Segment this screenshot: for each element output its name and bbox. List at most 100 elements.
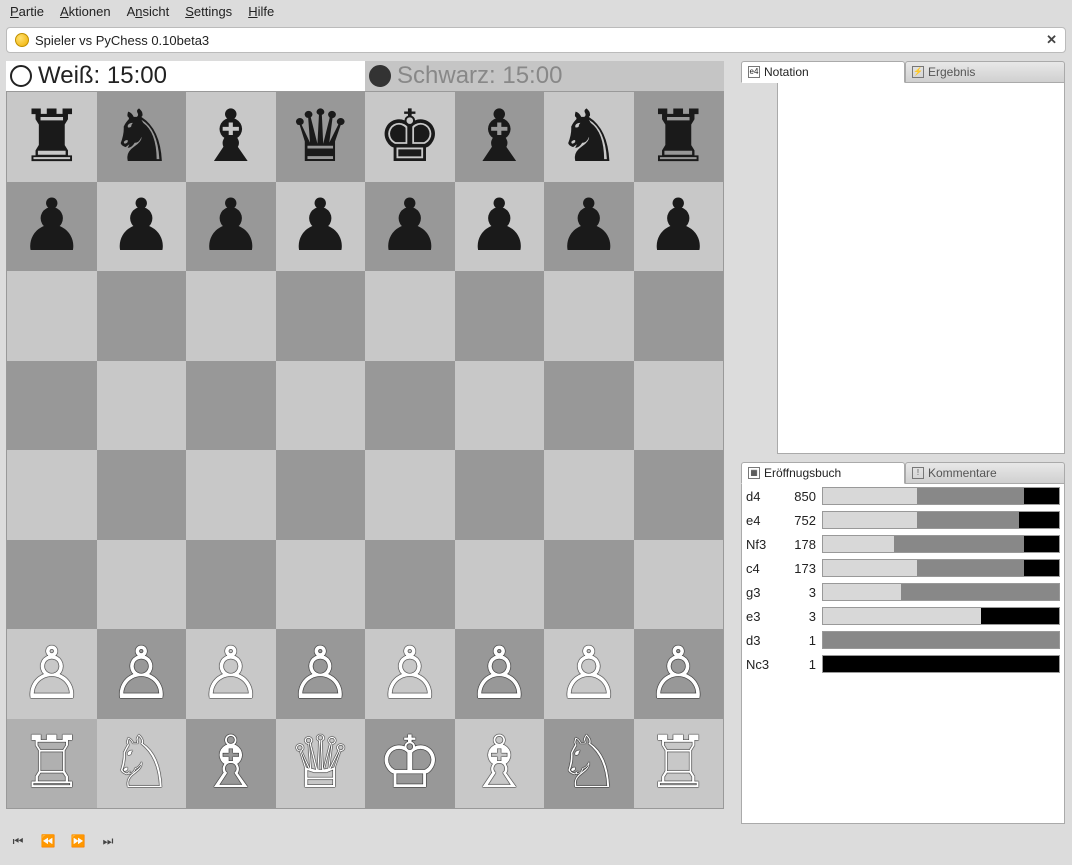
bp-piece[interactable]: ♟ (198, 190, 263, 262)
opening-row[interactable]: Nc31 (742, 652, 1064, 676)
square-h7[interactable]: ♟ (634, 182, 724, 272)
bp-piece[interactable]: ♟ (19, 190, 84, 262)
square-a8[interactable]: ♜ (7, 92, 97, 182)
wp-piece[interactable]: ♙ (467, 638, 532, 710)
square-d3[interactable] (276, 540, 366, 630)
square-e6[interactable] (365, 271, 455, 361)
menu-ansicht[interactable]: Ansicht (127, 4, 170, 19)
square-h8[interactable]: ♜ (634, 92, 724, 182)
bp-piece[interactable]: ♟ (109, 190, 174, 262)
wp-piece[interactable]: ♙ (646, 638, 711, 710)
square-g3[interactable] (544, 540, 634, 630)
square-a1[interactable]: ♖ (7, 719, 97, 809)
bp-piece[interactable]: ♟ (467, 190, 532, 262)
square-f5[interactable] (455, 361, 545, 451)
wp-piece[interactable]: ♙ (198, 638, 263, 710)
square-c5[interactable] (186, 361, 276, 451)
square-c3[interactable] (186, 540, 276, 630)
square-b7[interactable]: ♟ (97, 182, 187, 272)
square-h5[interactable] (634, 361, 724, 451)
menu-settings[interactable]: Settings (185, 4, 232, 19)
wq-piece[interactable]: ♕ (288, 727, 353, 799)
wp-piece[interactable]: ♙ (19, 638, 84, 710)
opening-row[interactable]: c4173 (742, 556, 1064, 580)
square-f2[interactable]: ♙ (455, 629, 545, 719)
square-g6[interactable] (544, 271, 634, 361)
square-d4[interactable] (276, 450, 366, 540)
square-h1[interactable]: ♖ (634, 719, 724, 809)
bb-piece[interactable]: ♝ (467, 101, 532, 173)
square-b1[interactable]: ♘ (97, 719, 187, 809)
wp-piece[interactable]: ♙ (288, 638, 353, 710)
square-a7[interactable]: ♟ (7, 182, 97, 272)
tab-notation[interactable]: e4 Notation (741, 61, 905, 83)
br-piece[interactable]: ♜ (19, 101, 84, 173)
nav-first[interactable]: ⏮ (8, 832, 28, 850)
bk-piece[interactable]: ♚ (377, 101, 442, 173)
nav-prev[interactable]: ⏪ (38, 832, 58, 850)
square-b5[interactable] (97, 361, 187, 451)
bn-piece[interactable]: ♞ (556, 101, 621, 173)
opening-row[interactable]: e33 (742, 604, 1064, 628)
wn-piece[interactable]: ♘ (109, 727, 174, 799)
wk-piece[interactable]: ♔ (377, 727, 442, 799)
square-g2[interactable]: ♙ (544, 629, 634, 719)
square-a2[interactable]: ♙ (7, 629, 97, 719)
square-d2[interactable]: ♙ (276, 629, 366, 719)
square-f4[interactable] (455, 450, 545, 540)
square-d8[interactable]: ♛ (276, 92, 366, 182)
opening-row[interactable]: Nf3178 (742, 532, 1064, 556)
wp-piece[interactable]: ♙ (377, 638, 442, 710)
wb-piece[interactable]: ♗ (198, 727, 263, 799)
nav-last[interactable]: ⏭ (98, 832, 118, 850)
square-b6[interactable] (97, 271, 187, 361)
square-b8[interactable]: ♞ (97, 92, 187, 182)
square-g1[interactable]: ♘ (544, 719, 634, 809)
square-h4[interactable] (634, 450, 724, 540)
bp-piece[interactable]: ♟ (288, 190, 353, 262)
square-e4[interactable] (365, 450, 455, 540)
square-a3[interactable] (7, 540, 97, 630)
opening-row[interactable]: g33 (742, 580, 1064, 604)
square-g8[interactable]: ♞ (544, 92, 634, 182)
square-c6[interactable] (186, 271, 276, 361)
square-c7[interactable]: ♟ (186, 182, 276, 272)
tab-opening-book[interactable]: ▦ Eröffnugsbuch (741, 462, 905, 484)
menu-partie[interactable]: Partie (10, 4, 44, 19)
wb-piece[interactable]: ♗ (467, 727, 532, 799)
square-h3[interactable] (634, 540, 724, 630)
square-f6[interactable] (455, 271, 545, 361)
wp-piece[interactable]: ♙ (556, 638, 621, 710)
square-c8[interactable]: ♝ (186, 92, 276, 182)
square-a6[interactable] (7, 271, 97, 361)
square-c4[interactable] (186, 450, 276, 540)
square-g7[interactable]: ♟ (544, 182, 634, 272)
opening-row[interactable]: e4752 (742, 508, 1064, 532)
opening-row[interactable]: d31 (742, 628, 1064, 652)
bp-piece[interactable]: ♟ (377, 190, 442, 262)
menu-hilfe[interactable]: Hilfe (248, 4, 274, 19)
square-f7[interactable]: ♟ (455, 182, 545, 272)
square-e8[interactable]: ♚ (365, 92, 455, 182)
tab-comments[interactable]: ! Kommentare (905, 462, 1065, 484)
square-b2[interactable]: ♙ (97, 629, 187, 719)
square-e1[interactable]: ♔ (365, 719, 455, 809)
square-f1[interactable]: ♗ (455, 719, 545, 809)
bq-piece[interactable]: ♛ (288, 101, 353, 173)
wn-piece[interactable]: ♘ (556, 727, 621, 799)
square-a4[interactable] (7, 450, 97, 540)
square-b3[interactable] (97, 540, 187, 630)
bp-piece[interactable]: ♟ (646, 190, 711, 262)
chess-board[interactable]: ♜♞♝♛♚♝♞♜♟♟♟♟♟♟♟♟♙♙♙♙♙♙♙♙♖♘♗♕♔♗♘♖ (6, 91, 724, 809)
square-h6[interactable] (634, 271, 724, 361)
square-f8[interactable]: ♝ (455, 92, 545, 182)
square-f3[interactable] (455, 540, 545, 630)
square-e5[interactable] (365, 361, 455, 451)
wp-piece[interactable]: ♙ (109, 638, 174, 710)
square-e3[interactable] (365, 540, 455, 630)
square-h2[interactable]: ♙ (634, 629, 724, 719)
wr-piece[interactable]: ♖ (646, 727, 711, 799)
square-a5[interactable] (7, 361, 97, 451)
tab-ergebnis[interactable]: ⚡ Ergebnis (905, 61, 1065, 83)
menu-aktionen[interactable]: Aktionen (60, 4, 111, 19)
